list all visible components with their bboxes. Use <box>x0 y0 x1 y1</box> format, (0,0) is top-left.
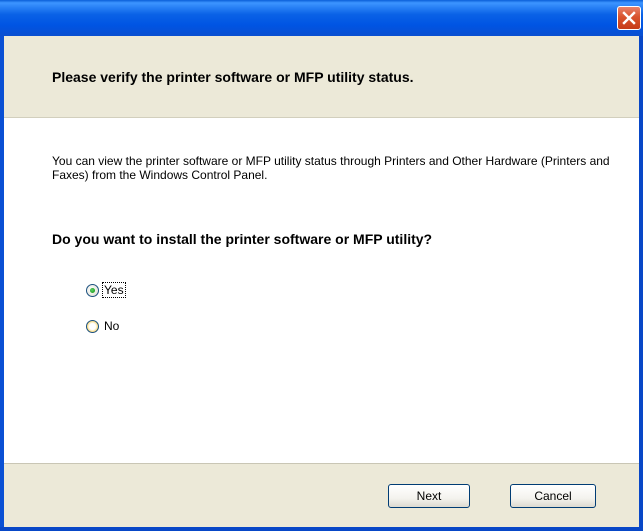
window-frame-bottom <box>0 527 643 531</box>
radio-option-no[interactable]: No <box>86 318 120 334</box>
next-button[interactable]: Next <box>388 484 470 508</box>
cancel-button[interactable]: Cancel <box>510 484 596 508</box>
title-bar[interactable] <box>0 0 643 36</box>
content-area: You can view the printer software or MFP… <box>4 118 639 463</box>
header-band: Please verify the printer software or MF… <box>4 36 639 118</box>
radio-no[interactable] <box>86 319 99 333</box>
close-icon <box>622 11 636 25</box>
radio-yes[interactable] <box>86 283 99 297</box>
close-button[interactable] <box>617 6 641 30</box>
install-question: Do you want to install the printer softw… <box>52 231 433 247</box>
radio-label-yes[interactable]: Yes <box>102 282 126 298</box>
installer-dialog: Please verify the printer software or MF… <box>0 0 643 531</box>
button-bar: Next Cancel <box>4 463 639 527</box>
page-title: Please verify the printer software or MF… <box>52 69 414 85</box>
radio-option-yes[interactable]: Yes <box>86 282 126 298</box>
radio-label-no[interactable]: No <box>103 319 120 333</box>
window-frame-right <box>639 36 643 531</box>
info-text: You can view the printer software or MFP… <box>52 154 610 182</box>
